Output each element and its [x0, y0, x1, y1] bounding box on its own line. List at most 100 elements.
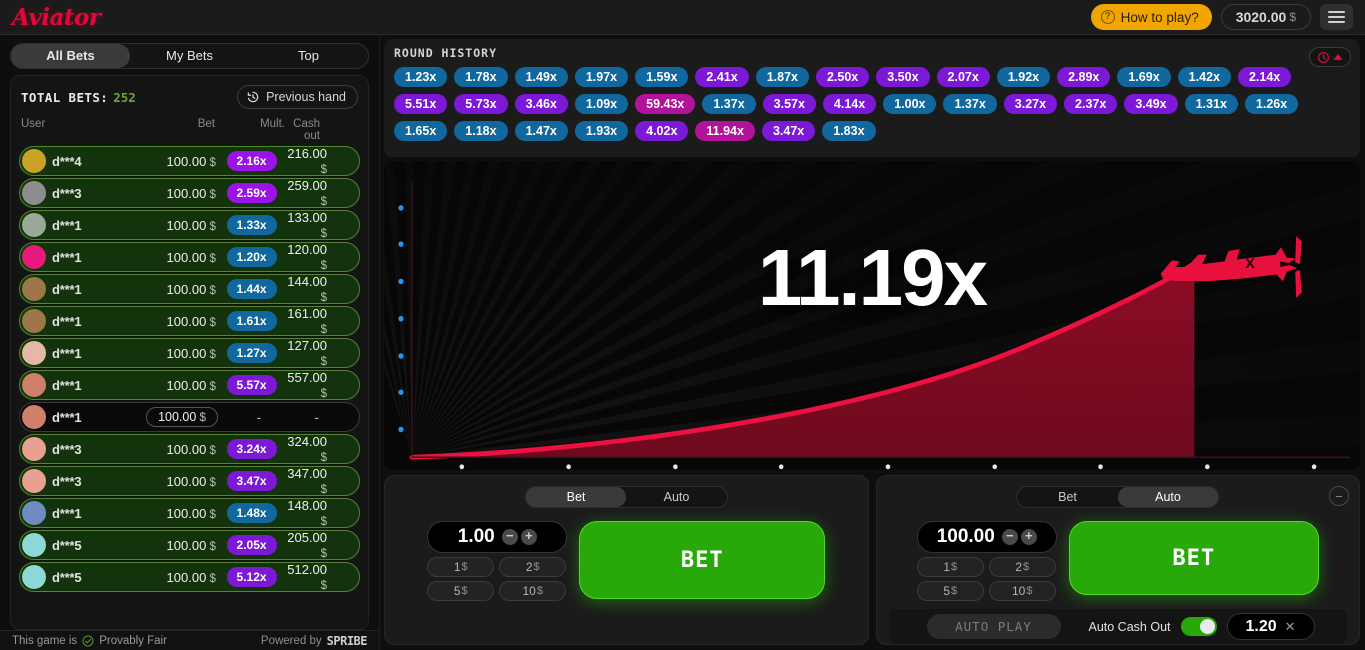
history-multiplier-badge[interactable]: 1.26x: [1245, 94, 1298, 114]
history-multiplier-badge[interactable]: 3.27x: [1004, 94, 1057, 114]
history-multiplier-badge[interactable]: 1.69x: [1117, 67, 1170, 87]
tab-top[interactable]: Top: [249, 44, 368, 68]
bet-panel-left-bet-button[interactable]: BET: [579, 521, 825, 599]
table-row[interactable]: d***1100.00 $--: [19, 402, 360, 432]
history-multiplier-badge[interactable]: 2.14x: [1238, 67, 1291, 87]
history-multiplier-badge[interactable]: 4.02x: [635, 121, 688, 141]
balance-amount: 3020.00: [1236, 9, 1287, 25]
history-multiplier-badge[interactable]: 2.50x: [816, 67, 869, 87]
table-row[interactable]: d***1100.00 $5.57x557.00 $: [19, 370, 360, 400]
row-multiplier: 2.16x: [216, 151, 287, 171]
history-multiplier-badge[interactable]: 5.51x: [394, 94, 447, 114]
history-multiplier-badge[interactable]: 1.42x: [1178, 67, 1231, 87]
round-history-list[interactable]: 1.23x 1.78x 1.49x 1.97x 1.59x 2.41x 1.87x 2.50x…: [394, 67, 1350, 141]
history-multiplier-badge[interactable]: 3.49x: [1124, 94, 1177, 114]
history-multiplier-badge[interactable]: 3.47x: [762, 121, 815, 141]
y-axis-dot: [398, 205, 403, 211]
bet-panel-right-bet-button[interactable]: BET: [1069, 521, 1319, 595]
bet-panel-right-quick-1[interactable]: 1$: [917, 557, 984, 577]
bet-panel-left-plus-button[interactable]: +: [521, 529, 537, 545]
table-row[interactable]: d***1100.00 $1.48x148.00 $: [19, 498, 360, 528]
history-multiplier-badge[interactable]: 1.37x: [702, 94, 755, 114]
bet-panel-right-minus-button[interactable]: −: [1002, 529, 1018, 545]
history-multiplier-badge[interactable]: 1.49x: [515, 67, 568, 87]
y-axis-dot: [398, 316, 403, 322]
bet-panel-right-stake-input[interactable]: 100.00 − +: [917, 521, 1057, 553]
history-multiplier-badge[interactable]: 59.43x: [635, 94, 695, 114]
balance-display[interactable]: 3020.00 $: [1221, 4, 1311, 30]
history-multiplier-badge[interactable]: 1.87x: [756, 67, 809, 87]
history-multiplier-badge[interactable]: 3.57x: [763, 94, 816, 114]
how-to-play-button[interactable]: ? How to play?: [1091, 4, 1212, 30]
bet-panel-left-tab-bet[interactable]: Bet: [526, 487, 627, 507]
auto-cash-out-input[interactable]: 1.20 ✕: [1227, 613, 1315, 640]
history-multiplier-badge[interactable]: 1.00x: [883, 94, 936, 114]
table-row[interactable]: d***3100.00 $3.24x324.00 $: [19, 434, 360, 464]
tab-my-bets[interactable]: My Bets: [130, 44, 249, 68]
tab-all-bets[interactable]: All Bets: [11, 44, 130, 68]
avatar: [22, 341, 46, 365]
table-row[interactable]: d***1100.00 $1.27x127.00 $: [19, 338, 360, 368]
bet-panel-left-quick-1[interactable]: 1$: [427, 557, 494, 577]
clear-icon[interactable]: ✕: [1285, 619, 1296, 635]
bet-panel-left-minus-button[interactable]: −: [502, 529, 518, 545]
history-multiplier-badge[interactable]: 3.50x: [876, 67, 929, 87]
history-multiplier-badge[interactable]: 2.89x: [1057, 67, 1110, 87]
x-axis-dot: [1312, 464, 1317, 469]
history-multiplier-badge[interactable]: 1.18x: [454, 121, 507, 141]
auto-play-button[interactable]: AUTO PLAY: [927, 614, 1061, 639]
history-multiplier-badge[interactable]: 1.09x: [575, 94, 628, 114]
bet-panel-right-quick-2[interactable]: 2$: [989, 557, 1056, 577]
table-row[interactable]: d***3100.00 $3.47x347.00 $: [19, 466, 360, 496]
table-row[interactable]: d***1100.00 $1.44x144.00 $: [19, 274, 360, 304]
history-multiplier-badge[interactable]: 1.78x: [454, 67, 507, 87]
history-multiplier-badge[interactable]: 1.97x: [575, 67, 628, 87]
bet-panel-left-quick-2[interactable]: 2$: [499, 557, 566, 577]
history-multiplier-badge[interactable]: 1.93x: [575, 121, 628, 141]
previous-hand-button[interactable]: Previous hand: [237, 85, 358, 109]
history-multiplier-badge[interactable]: 2.37x: [1064, 94, 1117, 114]
history-multiplier-badge[interactable]: 3.46x: [515, 94, 568, 114]
history-multiplier-badge[interactable]: 11.94x: [695, 121, 755, 141]
table-row[interactable]: d***1100.00 $1.20x120.00 $: [19, 242, 360, 272]
table-row[interactable]: d***5100.00 $5.12x512.00 $: [19, 562, 360, 592]
table-row[interactable]: d***1100.00 $1.61x161.00 $: [19, 306, 360, 336]
bet-panel-right-tab-bet[interactable]: Bet: [1017, 487, 1118, 507]
history-multiplier-badge[interactable]: 4.14x: [823, 94, 876, 114]
row-username: d***1: [52, 378, 139, 393]
history-multiplier-badge[interactable]: 1.37x: [943, 94, 996, 114]
bets-list[interactable]: d***4100.00 $2.16x216.00 $d***3100.00 $2…: [11, 146, 368, 629]
sidebar-footer: This game is Provably Fair Powered by SP…: [0, 630, 379, 650]
table-row[interactable]: d***5100.00 $2.05x205.00 $: [19, 530, 360, 560]
bet-panel-left-tab-auto[interactable]: Auto: [626, 487, 727, 507]
history-multiplier-badge[interactable]: 1.47x: [515, 121, 568, 141]
table-row[interactable]: d***4100.00 $2.16x216.00 $: [19, 146, 360, 176]
x-axis-dot: [673, 464, 678, 469]
bet-panel-right-tab-auto[interactable]: Auto: [1118, 487, 1219, 507]
auto-cash-out-toggle[interactable]: [1181, 617, 1217, 636]
table-row[interactable]: d***1100.00 $1.33x133.00 $: [19, 210, 360, 240]
bet-panel-left-quick-5[interactable]: 5$: [427, 581, 494, 601]
row-cashout: 133.00 $: [287, 210, 353, 240]
row-bet-amount: 100.00 $: [139, 346, 216, 361]
table-row[interactable]: d***3100.00 $2.59x259.00 $: [19, 178, 360, 208]
bet-panel-left-stake-input[interactable]: 1.00 − +: [427, 521, 567, 553]
history-multiplier-badge[interactable]: 2.07x: [937, 67, 990, 87]
provably-fair[interactable]: This game is Provably Fair: [12, 635, 167, 647]
bet-panel-right-plus-button[interactable]: +: [1021, 529, 1037, 545]
history-multiplier-badge[interactable]: 1.92x: [997, 67, 1050, 87]
x-axis-dot: [1205, 464, 1210, 469]
hamburger-menu-icon[interactable]: [1320, 4, 1353, 30]
bet-panel-left-quick-10[interactable]: 10$: [499, 581, 566, 601]
history-multiplier-badge[interactable]: 1.65x: [394, 121, 447, 141]
history-multiplier-badge[interactable]: 1.23x: [394, 67, 447, 87]
history-multiplier-badge[interactable]: 2.41x: [695, 67, 748, 87]
bet-panel-right-quick-10[interactable]: 10$: [989, 581, 1056, 601]
bet-panel-right-quick-5[interactable]: 5$: [917, 581, 984, 601]
history-multiplier-badge[interactable]: 1.83x: [822, 121, 875, 141]
history-multiplier-badge[interactable]: 5.73x: [454, 94, 507, 114]
history-multiplier-badge[interactable]: 1.59x: [635, 67, 688, 87]
round-history-toggle[interactable]: [1309, 47, 1351, 67]
bet-panel-right-minimize-button[interactable]: −: [1329, 486, 1349, 506]
history-multiplier-badge[interactable]: 1.31x: [1185, 94, 1238, 114]
